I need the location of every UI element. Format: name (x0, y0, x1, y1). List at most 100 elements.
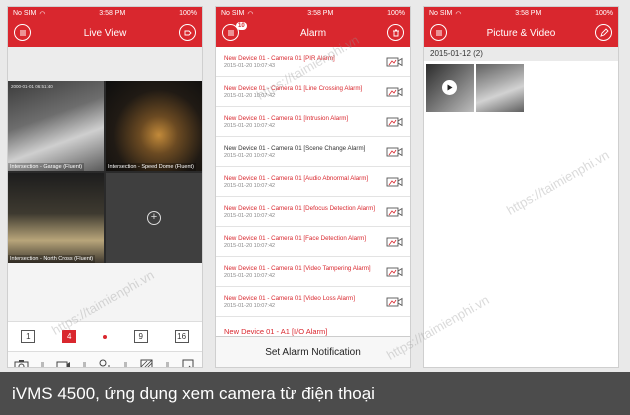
camera-caption: Intersection - Garage (Fluent) (8, 163, 85, 171)
alarm-video-icon[interactable] (386, 206, 403, 218)
edit-button[interactable] (595, 24, 612, 41)
alarm-name: New Device 01 - Camera 01 [Video Loss Al… (224, 294, 355, 302)
alarm-name: New Device 01 - Camera 01 [PIR Alarm] (224, 54, 335, 62)
alarm-name: New Device 01 - A1 [I/O Alarm] (224, 327, 328, 336)
delete-button[interactable] (387, 24, 404, 41)
alarm-list-item[interactable]: New Device 01 - Camera 01 [Video Loss Al… (216, 287, 410, 317)
camera-timestamp: 2000-01-01 06:51:40 (11, 84, 53, 89)
navbar: Picture & Video (424, 20, 618, 47)
battery-label: 100% (179, 10, 197, 17)
live-view-screen: No SIM ◠ 3:58 PM 100% Live View 2000-01-0… (7, 6, 203, 368)
alarm-time: 2015-01-20 10:07:42 (224, 212, 276, 219)
alarm-video-icon[interactable] (386, 266, 403, 278)
date-group-header: 2015-01-12 (2) (424, 47, 618, 61)
picture-thumbnail[interactable] (476, 64, 524, 112)
wifi-icon: ◠ (455, 10, 462, 18)
battery-label: 100% (387, 10, 405, 17)
battery-label: 100% (595, 10, 613, 17)
alarm-time: 2015-01-20 10:07:42 (224, 242, 276, 249)
media-thumbnails (424, 61, 618, 115)
split-1-button[interactable]: 1 (21, 330, 36, 343)
page-indicator-dot (102, 334, 107, 339)
camera-tile[interactable]: Intersection - North Cross (Fluent) (8, 173, 104, 263)
page-title: Live View (83, 28, 127, 39)
alarm-list-item[interactable]: New Device 01 - Camera 01 [PIR Alarm] 201… (216, 47, 410, 77)
camera-caption: Intersection - North Cross (Fluent) (8, 255, 96, 263)
carrier-label: No SIM (221, 10, 245, 17)
split-16-button[interactable]: 16 (174, 330, 189, 343)
video-thumbnail[interactable] (426, 64, 474, 112)
camera-switch-icon (184, 30, 192, 35)
split-screen-selector: 1 4 9 16 (8, 321, 202, 351)
alarm-time: 2015-01-20 10:07:42 (224, 122, 276, 129)
toolbar (8, 351, 202, 369)
play-icon[interactable] (442, 80, 457, 95)
alarm-name: New Device 01 - Camera 01 [Intrusion Ala… (224, 114, 349, 122)
set-alarm-notification-button[interactable]: Set Alarm Notification (216, 336, 410, 367)
alarm-video-icon[interactable] (386, 176, 403, 188)
alarm-name: New Device 01 - Camera 01 [Defocus Detec… (224, 204, 375, 212)
ptz-icon[interactable] (97, 359, 112, 369)
record-icon[interactable] (56, 359, 71, 369)
device-switch-button[interactable] (179, 24, 196, 41)
add-camera-icon[interactable]: + (147, 211, 161, 225)
alarm-list-item[interactable]: New Device 01 - Camera 01 [Video Tamperi… (216, 257, 410, 287)
alarm-time: 2015-01-20 10:07:43 (224, 62, 276, 69)
camera-caption: Intersection - Speed Dome (Fluent) (106, 163, 196, 171)
camera-tile[interactable]: 2000-01-01 06:51:40 Intersection - Garag… (8, 81, 104, 171)
menu-icon (435, 30, 442, 35)
alarm-name: New Device 01 - Camera 01 [Face Detectio… (224, 234, 367, 242)
menu-button[interactable] (430, 24, 447, 41)
alarm-list-item[interactable]: New Device 01 - Camera 01 [Defocus Detec… (216, 197, 410, 227)
alarm-video-icon[interactable] (386, 116, 403, 128)
split-4-button[interactable]: 4 (62, 330, 77, 343)
alarm-list-item[interactable]: New Device 01 - Camera 01 [Intrusion Ala… (216, 107, 410, 137)
status-time: 3:58 PM (307, 10, 334, 17)
alarm-time: 2015-01-20 10:07:42 (224, 182, 276, 189)
alarm-time: 2015-01-20 10:07:42 (224, 302, 276, 309)
alarm-video-icon[interactable] (386, 236, 403, 248)
alarm-list-item[interactable]: New Device 01 - A1 [I/O Alarm] (216, 317, 410, 336)
carrier-label: No SIM (429, 10, 453, 17)
navbar: 10 Alarm (216, 20, 410, 47)
alarm-time: 2015-01-20 10:07:42 (224, 92, 276, 99)
page-title: Alarm (299, 28, 327, 39)
status-bar: No SIM ◠ 3:58 PM 100% (424, 7, 618, 20)
split-9-button[interactable]: 9 (133, 330, 148, 343)
camera-tile[interactable]: Intersection - Speed Dome (Fluent) (106, 81, 202, 171)
alarm-screen: No SIM ◠ 3:58 PM 100% 10 Alarm New Device… (215, 6, 411, 368)
alarm-name: New Device 01 - Camera 01 [Audio Abnorma… (224, 174, 369, 182)
navbar: Live View (8, 20, 202, 47)
alarm-count-badge: 10 (236, 22, 247, 30)
carrier-label: No SIM (13, 10, 37, 17)
menu-button[interactable] (14, 24, 31, 41)
alarm-name: New Device 01 - Camera 01 [Line Crossing… (224, 84, 363, 92)
alarm-list-item[interactable]: New Device 01 - Camera 01 [Audio Abnorma… (216, 167, 410, 197)
wifi-icon: ◠ (247, 10, 254, 18)
alarm-list-item[interactable]: New Device 01 - Camera 01 [Face Detectio… (216, 227, 410, 257)
wifi-icon: ◠ (39, 10, 46, 18)
menu-icon (19, 30, 26, 35)
alarm-name: New Device 01 - Camera 01 [Scene Change … (224, 144, 366, 152)
alarm-time: 2015-01-20 10:07:42 (224, 272, 276, 279)
alarm-video-icon[interactable] (386, 146, 403, 158)
picture-video-screen: No SIM ◠ 3:58 PM 100% Picture & Video 201… (423, 6, 619, 368)
alarm-video-icon[interactable] (386, 296, 403, 308)
status-time: 3:58 PM (99, 10, 126, 17)
alarm-list-item[interactable]: New Device 01 - Camera 01 [Scene Change … (216, 137, 410, 167)
alarm-list-item[interactable]: New Device 01 - Camera 01 [Line Crossing… (216, 77, 410, 107)
page-title: Picture & Video (486, 28, 556, 39)
alarm-name: New Device 01 - Camera 01 [Video Tamperi… (224, 264, 371, 272)
camera-grid: 2000-01-01 06:51:40 Intersection - Garag… (8, 81, 202, 263)
status-time: 3:58 PM (515, 10, 542, 17)
quality-icon[interactable] (139, 359, 154, 369)
status-bar: No SIM ◠ 3:58 PM 100% (216, 7, 410, 20)
fullscreen-icon[interactable] (181, 359, 196, 369)
alarm-video-icon[interactable] (386, 56, 403, 68)
trash-icon (392, 29, 399, 36)
alarm-video-icon[interactable] (386, 86, 403, 98)
menu-button[interactable]: 10 (222, 22, 247, 41)
pencil-icon (599, 27, 609, 37)
empty-camera-tile[interactable]: + (106, 173, 202, 263)
snapshot-icon[interactable] (14, 359, 29, 369)
